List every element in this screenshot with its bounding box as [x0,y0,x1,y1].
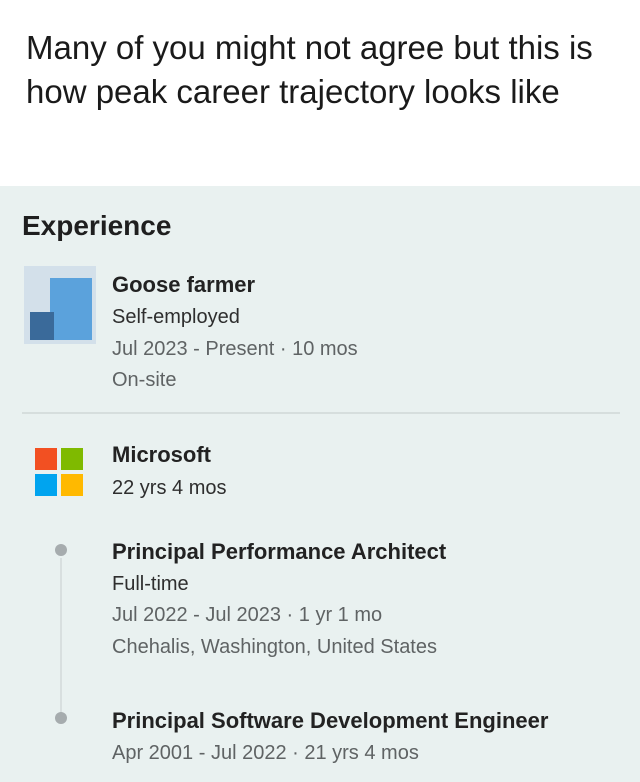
section-title: Experience [22,210,172,241]
timeline-dot-icon [55,712,67,724]
role-title: Principal Performance Architect [112,539,447,564]
company-name: Microsoft [112,442,211,467]
microsoft-logo-icon [35,448,83,496]
divider [22,412,620,414]
timeline-dot-icon [55,544,67,556]
meme-caption: Many of you might not agree but this is … [26,29,593,110]
job-location: On-site [112,369,177,391]
role-location: Chehalis, Washington, United States [112,636,437,658]
employer: Self-employed [112,306,240,328]
job-title: Goose farmer [112,272,256,297]
company-tenure: 22 yrs 4 mos [112,477,227,499]
timeline-line [60,558,62,716]
role-dates: Apr 2001 - Jul 2022 · 21 yrs 4 mos [112,742,419,764]
role-dates: Jul 2022 - Jul 2023 · 1 yr 1 mo [112,604,383,626]
role-title: Principal Software Development Engineer [112,708,549,733]
linkedin-experience-screenshot: Experience Goose farmer Self-employed Ju… [0,186,640,782]
goose-farm-logo-icon [22,266,98,346]
role-employment-type: Full-time [112,573,189,595]
job-dates: Jul 2023 - Present · 10 mos [112,338,358,360]
